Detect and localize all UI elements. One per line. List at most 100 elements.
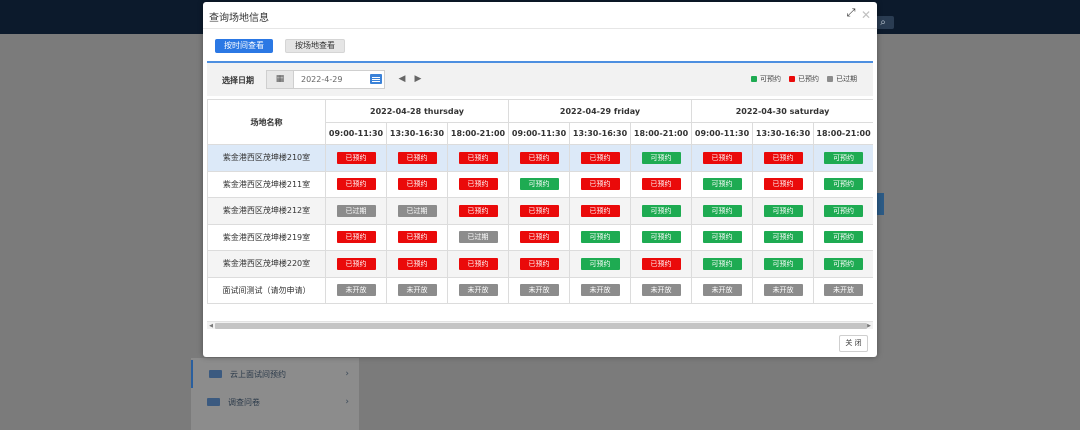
slot-cell: 未开放 bbox=[386, 276, 448, 304]
slot-cell: 已预约 bbox=[386, 250, 448, 278]
tab-by-venue[interactable]: 按场地查看 bbox=[285, 39, 345, 53]
booked-status-badge: 已预约 bbox=[458, 204, 498, 217]
slot-cell: 可预约 bbox=[508, 170, 571, 198]
available-status-badge[interactable]: 可预约 bbox=[824, 231, 864, 244]
slot-cell: 已预约 bbox=[325, 170, 387, 198]
booked-status-badge: 已预约 bbox=[397, 178, 437, 191]
menu-item-label: 云上面试间预约 bbox=[230, 369, 286, 379]
booked-status-badge: 已预约 bbox=[641, 178, 681, 191]
slot-cell: 未开放 bbox=[508, 276, 571, 304]
chevron-right-icon: › bbox=[345, 369, 349, 379]
expand-icon[interactable]: ⤢ bbox=[844, 6, 858, 20]
scroll-right-icon[interactable]: ▶ bbox=[866, 322, 872, 330]
closed-status-badge: 未开放 bbox=[641, 284, 681, 297]
booked-status-badge: 已预约 bbox=[458, 151, 498, 164]
slot-cell: 已预约 bbox=[508, 223, 571, 251]
closed-status-badge: 未开放 bbox=[580, 284, 620, 297]
available-status-badge[interactable]: 可预约 bbox=[763, 257, 803, 270]
slot-cell: 可预约 bbox=[813, 197, 873, 225]
calendar-icon: ▦ bbox=[266, 70, 293, 89]
close-icon[interactable]: ✕ bbox=[860, 8, 872, 22]
close-button[interactable]: 关 闭 bbox=[839, 335, 868, 352]
menu-item-cloud-interview[interactable]: 云上面试间预约 › bbox=[191, 360, 359, 388]
table-row: 紫金港西区茂坤楼212室 已过期 已过期 已预约 已预约 已预约 可预约 可预约 可预约 可预约 bbox=[207, 197, 873, 225]
survey-icon bbox=[207, 398, 220, 406]
closed-status-badge: 未开放 bbox=[336, 284, 376, 297]
available-status-badge[interactable]: 可预约 bbox=[824, 257, 864, 270]
slot-cell: 已预约 bbox=[569, 144, 632, 172]
legend-available: 可预约 bbox=[751, 74, 781, 84]
available-status-badge[interactable]: 可预约 bbox=[580, 231, 620, 244]
booked-status-badge: 已预约 bbox=[336, 151, 376, 164]
available-status-badge[interactable]: 可预约 bbox=[641, 151, 681, 164]
closed-status-badge: 未开放 bbox=[702, 284, 742, 297]
slot-cell: 已预约 bbox=[508, 250, 571, 278]
time-slot-header: 13:30-16:30 bbox=[752, 122, 815, 145]
available-status-badge[interactable]: 可预约 bbox=[519, 178, 559, 191]
legend-label: 可预约 bbox=[760, 75, 781, 83]
slot-cell: 未开放 bbox=[813, 276, 873, 304]
booked-status-badge: 已预约 bbox=[397, 257, 437, 270]
menu-item-survey[interactable]: 调查问卷 › bbox=[191, 388, 359, 416]
booked-status-badge: 已预约 bbox=[580, 151, 620, 164]
booked-status-badge: 已预约 bbox=[458, 178, 498, 191]
next-day-icon[interactable]: ▶ bbox=[413, 73, 423, 85]
calendar-picker-icon[interactable] bbox=[370, 74, 382, 84]
available-status-badge[interactable]: 可预约 bbox=[702, 257, 742, 270]
legend-swatch bbox=[827, 76, 833, 82]
slot-cell: 可预约 bbox=[691, 170, 754, 198]
available-status-badge[interactable]: 可预约 bbox=[763, 204, 803, 217]
status-legend: 可预约 已预约 已过期 bbox=[751, 74, 857, 84]
slot-cell: 可预约 bbox=[813, 170, 873, 198]
available-status-badge[interactable]: 可预约 bbox=[580, 257, 620, 270]
slot-cell: 已预约 bbox=[386, 223, 448, 251]
table-row: 紫金港西区茂坤楼210室 已预约 已预约 已预约 已预约 已预约 可预约 已预约 已预约 可预约 bbox=[207, 144, 873, 172]
time-slot-header: 09:00-11:30 bbox=[325, 122, 387, 145]
available-status-badge[interactable]: 可预约 bbox=[641, 204, 681, 217]
slot-cell: 已预约 bbox=[446, 197, 510, 225]
horizontal-scrollbar[interactable]: ◀ ▶ bbox=[207, 321, 873, 329]
available-status-badge[interactable]: 可预约 bbox=[824, 178, 864, 191]
modal-title: 查询场地信息 bbox=[209, 13, 269, 24]
booked-status-badge: 已预约 bbox=[641, 257, 681, 270]
venue-query-modal: 查询场地信息 ⤢ ✕ 按时间查看 按场地查看 选择日期 ▦ ◀ ▶ 可预约 已预… bbox=[203, 2, 877, 357]
view-tabs: 按时间查看 按场地查看 bbox=[215, 39, 345, 53]
slot-cell: 已过期 bbox=[446, 223, 510, 251]
scroll-left-icon[interactable]: ◀ bbox=[208, 322, 214, 330]
slot-cell: 已预约 bbox=[446, 170, 510, 198]
slot-cell: 已预约 bbox=[630, 170, 693, 198]
chevron-right-icon: › bbox=[345, 397, 349, 407]
expired-status-badge: 已过期 bbox=[397, 204, 437, 217]
available-status-badge[interactable]: 可预约 bbox=[702, 231, 742, 244]
booked-status-badge: 已预约 bbox=[702, 151, 742, 164]
available-status-badge[interactable]: 可预约 bbox=[824, 151, 864, 164]
background-side-menu: 云上面试间预约 › 调查问卷 › bbox=[191, 358, 359, 430]
available-status-badge[interactable]: 可预约 bbox=[763, 231, 803, 244]
room-name-cell: 紫金港西区茂坤楼219室 bbox=[207, 223, 326, 251]
time-slot-header: 18:00-21:00 bbox=[446, 122, 510, 145]
slot-cell: 已预约 bbox=[569, 197, 632, 225]
table-row: 紫金港西区茂坤楼211室 已预约 已预约 已预约 可预约 已预约 已预约 可预约 已预约 可预约 bbox=[207, 170, 873, 198]
booked-status-badge: 已预约 bbox=[336, 178, 376, 191]
schedule-table: 场地名称 2022-04-28 thursday 2022-04-29 frid… bbox=[207, 99, 873, 304]
filter-bar: 选择日期 ▦ ◀ ▶ 可预约 已预约 已过期 bbox=[207, 63, 873, 96]
slot-cell: 已预约 bbox=[569, 170, 632, 198]
menu-item-label: 调查问卷 bbox=[228, 397, 260, 407]
available-status-badge[interactable]: 可预约 bbox=[824, 204, 864, 217]
tab-by-time[interactable]: 按时间查看 bbox=[215, 39, 273, 53]
slot-cell: 可预约 bbox=[691, 223, 754, 251]
previous-day-icon[interactable]: ◀ bbox=[397, 73, 407, 85]
expired-status-badge: 已过期 bbox=[336, 204, 376, 217]
meeting-room-icon bbox=[209, 370, 222, 378]
slot-cell: 已预约 bbox=[446, 250, 510, 278]
slot-cell: 未开放 bbox=[446, 276, 510, 304]
date-header: 2022-04-28 thursday bbox=[324, 99, 510, 123]
scrollbar-thumb[interactable] bbox=[215, 323, 867, 329]
room-name-header: 场地名称 bbox=[207, 99, 326, 145]
legend-swatch bbox=[751, 76, 757, 82]
booked-status-badge: 已预约 bbox=[763, 178, 803, 191]
available-status-badge[interactable]: 可预约 bbox=[641, 231, 681, 244]
available-status-badge[interactable]: 可预约 bbox=[702, 204, 742, 217]
slot-cell: 已预约 bbox=[630, 250, 693, 278]
available-status-badge[interactable]: 可预约 bbox=[702, 178, 742, 191]
